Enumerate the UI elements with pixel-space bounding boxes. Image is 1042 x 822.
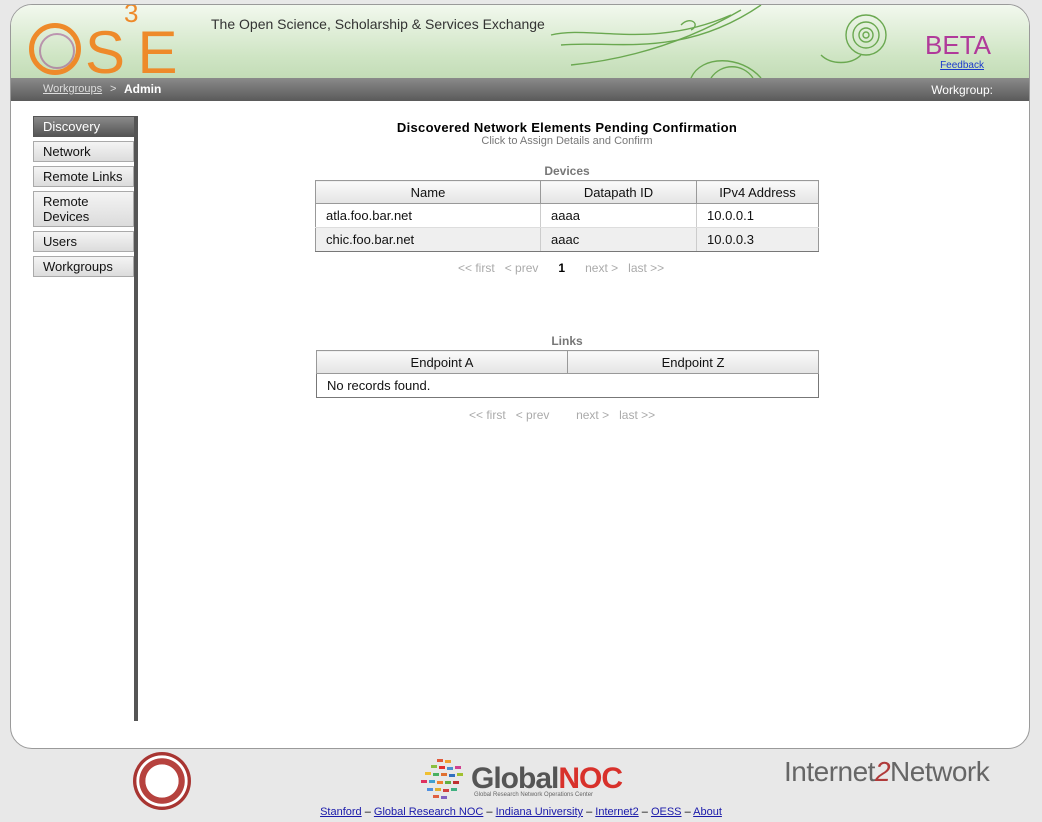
page-subtitle: Click to Assign Details and Confirm: [481, 135, 653, 147]
cell-datapath-id: aaaa: [540, 203, 697, 228]
footer-link-about[interactable]: About: [693, 806, 722, 818]
footer-links: Stanford – Global Research NOC – Indiana…: [320, 806, 722, 818]
workgroup-label: Workgroup:: [931, 83, 993, 97]
os3e-logo: S3E: [29, 5, 178, 83]
sidebar-item-workgroups[interactable]: Workgroups: [33, 256, 134, 277]
pager-next[interactable]: next >: [576, 408, 609, 422]
internet2-logo[interactable]: Internet2Network: [784, 756, 990, 788]
footer-link-oess[interactable]: OESS: [651, 806, 682, 818]
table-row[interactable]: atla.foo.bar.net aaaa 10.0.0.1: [315, 203, 819, 228]
pager-last[interactable]: last >>: [619, 408, 655, 422]
globalnoc-subtitle: Global Research Network Operations Cente…: [474, 792, 594, 798]
links-pager: << first < prev next > last >>: [469, 408, 655, 422]
pager-next[interactable]: next >: [585, 261, 618, 275]
beta-label: BETA: [925, 30, 991, 60]
footer-link-indiana[interactable]: Indiana University: [496, 806, 583, 818]
sidebar-item-discovery[interactable]: Discovery: [33, 116, 137, 137]
devices-section-label: Devices: [544, 164, 590, 178]
column-header-endpoint-z[interactable]: Endpoint Z: [567, 350, 819, 374]
footer-link-stanford[interactable]: Stanford: [320, 806, 362, 818]
sidebar-item-remote-links[interactable]: Remote Links: [33, 166, 134, 187]
stanford-seal-icon[interactable]: [133, 752, 191, 810]
links-table: Endpoint A Endpoint Z No records found.: [316, 350, 819, 398]
cell-name: chic.foo.bar.net: [315, 227, 541, 252]
nav-bar: Workgroups > Admin Workgroup:: [11, 78, 1029, 101]
sidebar-divider: [134, 116, 138, 721]
footer-link-internet2[interactable]: Internet2: [595, 806, 638, 818]
main-frame: S3E The Open Science, Scholarship & Serv…: [10, 4, 1030, 749]
feedback-link[interactable]: Feedback: [940, 60, 984, 71]
sidebar-item-users[interactable]: Users: [33, 231, 134, 252]
cell-datapath-id: aaac: [540, 227, 697, 252]
cell-name: atla.foo.bar.net: [315, 203, 541, 228]
site-tagline: The Open Science, Scholarship & Services…: [211, 16, 545, 32]
table-row: No records found.: [316, 373, 819, 398]
globalnoc-dots-icon: [421, 759, 463, 799]
sidebar: Discovery Network Remote Links Remote De…: [33, 116, 137, 281]
table-row[interactable]: chic.foo.bar.net aaac 10.0.0.3: [315, 227, 819, 252]
links-section-label: Links: [551, 334, 583, 348]
column-header-datapath-id[interactable]: Datapath ID: [540, 180, 697, 204]
devices-table: Name Datapath ID IPv4 Address atla.foo.b…: [315, 180, 819, 252]
cell-ipv4: 10.0.0.3: [696, 227, 819, 252]
pager-prev[interactable]: < prev: [516, 408, 550, 422]
column-header-endpoint-a[interactable]: Endpoint A: [316, 350, 568, 374]
pager-first[interactable]: << first: [469, 408, 506, 422]
pager-prev[interactable]: < prev: [505, 261, 539, 275]
swirl-decoration-icon: [550, 5, 887, 78]
pager-last[interactable]: last >>: [628, 261, 664, 275]
devices-pager: << first < prev 1 next > last >>: [458, 261, 664, 275]
breadcrumb-separator: >: [110, 83, 117, 95]
sidebar-item-remote-devices[interactable]: Remote Devices: [33, 191, 134, 227]
header-banner: S3E The Open Science, Scholarship & Serv…: [11, 5, 1029, 83]
breadcrumb-current: Admin: [124, 82, 162, 96]
pager-current-page: 1: [558, 261, 566, 275]
column-header-name[interactable]: Name: [315, 180, 541, 204]
cell-ipv4: 10.0.0.1: [696, 203, 819, 228]
column-header-ipv4[interactable]: IPv4 Address: [696, 180, 819, 204]
breadcrumb-workgroups-link[interactable]: Workgroups: [43, 83, 102, 95]
page-title: Discovered Network Elements Pending Conf…: [396, 120, 738, 135]
pager-first[interactable]: << first: [458, 261, 495, 275]
sidebar-item-network[interactable]: Network: [33, 141, 134, 162]
footer-link-grnoc[interactable]: Global Research NOC: [374, 806, 483, 818]
empty-message: No records found.: [316, 373, 819, 398]
globalnoc-logo[interactable]: GlobalNOC: [471, 762, 623, 796]
